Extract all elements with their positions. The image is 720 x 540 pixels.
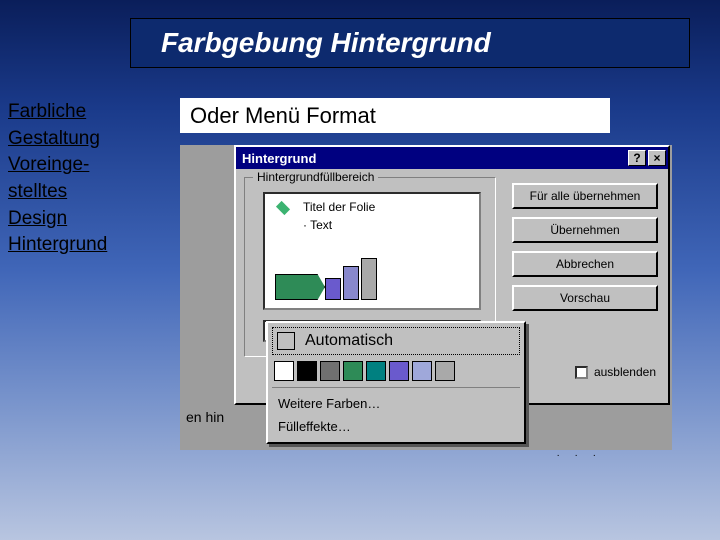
bar-icon	[325, 278, 341, 300]
help-button[interactable]: ?	[628, 150, 646, 166]
dialog-area: ⋮⋮⋮ · · · en hin Hintergrund ? × Hinterg…	[180, 145, 672, 507]
sidebar-item-farbliche[interactable]: Farbliche	[8, 100, 138, 125]
partial-text: en hin	[186, 409, 224, 425]
color-swatch-row	[272, 359, 520, 388]
flow-arrow-icon	[275, 274, 325, 300]
slide-preview: Titel der Folie · Text	[263, 192, 481, 310]
preview-slide-title: Titel der Folie	[303, 200, 375, 214]
page-title: Farbgebung Hintergrund	[161, 27, 491, 59]
dialog-title: Hintergrund	[242, 151, 316, 166]
color-swatch[interactable]	[366, 361, 386, 381]
color-swatch[interactable]	[389, 361, 409, 381]
color-swatch[interactable]	[435, 361, 455, 381]
checkbox-label: ausblenden	[594, 365, 656, 379]
color-swatch[interactable]	[320, 361, 340, 381]
cancel-button[interactable]: Abbrechen	[512, 251, 658, 277]
fill-effects-item[interactable]: Fülleffekte…	[272, 415, 520, 438]
automatic-label: Automatisch	[305, 332, 393, 350]
dialog-buttons: Für alle übernehmen Übernehmen Abbrechen…	[512, 183, 658, 311]
close-button[interactable]: ×	[648, 150, 666, 166]
apply-button[interactable]: Übernehmen	[512, 217, 658, 243]
color-swatch[interactable]	[412, 361, 432, 381]
slide-thumbnail-icon	[271, 198, 295, 218]
preview-slide-bullet: · Text	[303, 218, 332, 232]
sidebar-item-design[interactable]: Design	[8, 207, 138, 232]
bar-icon	[343, 266, 359, 300]
subtitle: Oder Menü Format	[180, 98, 610, 133]
color-swatch[interactable]	[343, 361, 363, 381]
sidebar-item-gestaltung[interactable]: Gestaltung	[8, 127, 138, 152]
sidebar-item-stelltes[interactable]: stelltes	[8, 180, 138, 205]
ruler-dots-horizontal-icon: · · ·	[556, 450, 602, 461]
page-title-bar: Farbgebung Hintergrund	[130, 18, 690, 68]
groupbox-label: Hintergrundfüllbereich	[253, 170, 378, 184]
checkbox-icon[interactable]	[575, 366, 588, 379]
color-picker-popup: Automatisch Weitere Farben… Fülleffekte…	[266, 321, 526, 444]
bar-icon	[361, 258, 377, 300]
subtitle-text: Oder Menü Format	[190, 103, 376, 129]
more-colors-item[interactable]: Weitere Farben…	[272, 392, 520, 415]
sidebar: Farbliche Gestaltung Voreinge- stelltes …	[8, 100, 138, 260]
hide-checkbox-row[interactable]: ausblenden	[575, 365, 656, 379]
auto-swatch-icon	[277, 332, 295, 350]
preview-button[interactable]: Vorschau	[512, 285, 658, 311]
color-swatch[interactable]	[274, 361, 294, 381]
sidebar-item-voreinge[interactable]: Voreinge-	[8, 153, 138, 178]
sidebar-item-hintergrund[interactable]: Hintergrund	[8, 233, 138, 258]
automatic-color-item[interactable]: Automatisch	[272, 327, 520, 355]
preview-chart-icon	[275, 258, 377, 300]
color-swatch[interactable]	[297, 361, 317, 381]
dialog-titlebar[interactable]: Hintergrund ? ×	[236, 147, 668, 169]
apply-all-button[interactable]: Für alle übernehmen	[512, 183, 658, 209]
